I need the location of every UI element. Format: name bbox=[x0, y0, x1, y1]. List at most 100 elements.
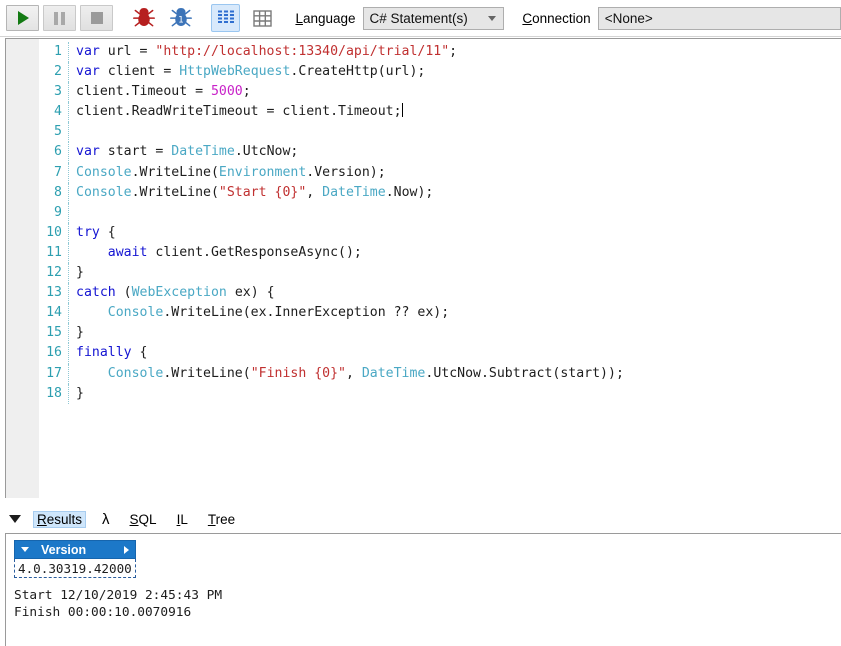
code-token: .UtcNow; bbox=[234, 144, 299, 160]
tab-label: L bbox=[180, 511, 188, 527]
line-number: 5 bbox=[6, 122, 69, 143]
column-header-version[interactable]: Version bbox=[14, 540, 136, 559]
code-token: Environment bbox=[218, 164, 307, 180]
debug-blue-bug-button[interactable]: 1 bbox=[168, 4, 195, 32]
collapse-results-icon[interactable] bbox=[9, 515, 21, 523]
code-token: , bbox=[345, 365, 362, 381]
tab-label: QL bbox=[138, 511, 157, 527]
tab-lambda[interactable]: λ bbox=[98, 510, 114, 529]
language-dropdown[interactable]: C# Statement(s) bbox=[362, 6, 505, 30]
line-number: 4 bbox=[6, 102, 69, 123]
chevron-down-icon[interactable] bbox=[21, 547, 29, 552]
connection-value: <None> bbox=[604, 10, 653, 26]
pause-icon bbox=[54, 11, 65, 25]
line-number: 14 bbox=[6, 303, 69, 324]
line-number: 12 bbox=[6, 263, 69, 284]
code-token: var bbox=[76, 44, 100, 59]
code-token: .Now); bbox=[385, 184, 434, 200]
code-token: client.ReadWriteTimeout = client.Timeout… bbox=[76, 104, 402, 120]
code-line: 5 bbox=[6, 122, 624, 143]
tab-results[interactable]: Results bbox=[33, 510, 87, 528]
language-value: C# Statement(s) bbox=[369, 10, 468, 26]
results-grid[interactable]: Version 4.0.30319.42000 bbox=[14, 540, 136, 578]
table-row: 4.0.30319.42000 bbox=[14, 558, 136, 578]
code-line: 14 Console.WriteLine(ex.InnerException ?… bbox=[6, 303, 624, 324]
tab-il[interactable]: IL bbox=[173, 511, 192, 528]
table-grid-icon bbox=[253, 9, 273, 27]
tab-label: esults bbox=[46, 511, 83, 527]
code-token: "http://localhost:13340/api/trial/11" bbox=[155, 44, 450, 59]
code-token: .UtcNow.Subtract(start)); bbox=[425, 365, 624, 381]
connection-label: Connection bbox=[522, 10, 591, 26]
code-line: 9 bbox=[6, 202, 624, 223]
code-token: .Version); bbox=[306, 164, 386, 180]
code-token: , bbox=[306, 184, 323, 200]
grid-rows-icon bbox=[217, 10, 234, 23]
code-line: 2 var client = HttpWebRequest.CreateHttp(… bbox=[6, 62, 624, 83]
stop-button[interactable] bbox=[80, 5, 113, 31]
pause-button[interactable] bbox=[43, 5, 76, 31]
chevron-down-icon bbox=[488, 15, 497, 21]
connection-accel: C bbox=[522, 10, 533, 26]
main-toolbar: 1 Language C# Statement(s) Connection <N… bbox=[0, 0, 841, 37]
code-token: 5000 bbox=[210, 84, 243, 100]
tab-label: ree bbox=[215, 511, 236, 527]
code-line: 6 var start = DateTime.UtcNow; bbox=[6, 142, 624, 163]
code-token: client.GetResponseAsync(); bbox=[147, 244, 362, 260]
code-editor[interactable]: 1 var url = "http://localhost:13340/api/t… bbox=[5, 38, 841, 498]
code-token: Console bbox=[107, 365, 164, 381]
column-header-label: Version bbox=[41, 542, 87, 557]
code-line: 10 try { bbox=[6, 222, 624, 243]
code-token: } bbox=[76, 265, 84, 281]
line-number: 7 bbox=[6, 162, 69, 183]
code-token: finally bbox=[76, 345, 132, 361]
code-token: .WriteLine(ex.InnerException ?? ex); bbox=[163, 305, 450, 321]
code-token: HttpWebRequest bbox=[179, 64, 291, 80]
console-output: Start 12/10/2019 2:45:43 PM Finish 00:00… bbox=[14, 588, 223, 620]
connection-dropdown[interactable]: <None> bbox=[597, 6, 841, 30]
code-token: catch bbox=[76, 285, 116, 301]
code-text[interactable]: 1 var url = "http://localhost:13340/api/t… bbox=[6, 42, 624, 404]
language-label: Language bbox=[295, 10, 356, 26]
chevron-right-icon[interactable] bbox=[123, 545, 129, 554]
code-token: ex) { bbox=[226, 285, 275, 301]
code-token: .WriteLine( bbox=[163, 365, 251, 381]
code-token: ; bbox=[449, 44, 458, 59]
code-line: 11 await client.GetResponseAsync(); bbox=[6, 242, 624, 264]
code-token: Console bbox=[76, 184, 132, 200]
results-to-grids-button[interactable] bbox=[211, 4, 241, 32]
line-number: 15 bbox=[6, 323, 69, 344]
code-line: 7 Console.WriteLine(Environment.Version); bbox=[6, 162, 624, 183]
code-token: { bbox=[131, 345, 148, 361]
table-header-row: Version bbox=[14, 540, 136, 559]
tab-sql[interactable]: SQL bbox=[126, 511, 161, 528]
line-number: 3 bbox=[6, 82, 69, 103]
run-button[interactable] bbox=[6, 5, 39, 31]
cell-version-value[interactable]: 4.0.30319.42000 bbox=[14, 558, 136, 578]
code-line: 16 finally { bbox=[6, 343, 624, 364]
results-panel: Version 4.0.30319.42000 Start 12/10/2019… bbox=[5, 533, 841, 646]
code-line: 13 catch (WebException ex) { bbox=[6, 283, 624, 304]
line-number: 6 bbox=[6, 142, 69, 163]
tab-label: λ bbox=[102, 510, 110, 528]
code-token: var bbox=[76, 64, 100, 80]
tab-accel: T bbox=[207, 511, 216, 527]
bug-blue-icon: 1 bbox=[170, 8, 193, 27]
code-line: 18} bbox=[6, 383, 624, 404]
code-token: { bbox=[99, 224, 116, 240]
code-token: start = bbox=[99, 144, 172, 160]
results-to-data-grids-button[interactable] bbox=[248, 4, 277, 32]
code-line: 8 Console.WriteLine("Start {0}", DateTime… bbox=[6, 182, 624, 203]
stop-icon bbox=[90, 12, 103, 24]
line-number: 1 bbox=[6, 42, 69, 63]
code-token: DateTime bbox=[171, 144, 235, 160]
code-line: 17 Console.WriteLine("Finish {0}", DateT… bbox=[6, 363, 624, 384]
code-token: } bbox=[76, 385, 84, 401]
debug-red-bug-button[interactable] bbox=[131, 4, 158, 32]
line-number: 10 bbox=[6, 222, 69, 243]
line-number: 17 bbox=[6, 363, 69, 384]
tab-tree[interactable]: Tree bbox=[204, 511, 239, 528]
